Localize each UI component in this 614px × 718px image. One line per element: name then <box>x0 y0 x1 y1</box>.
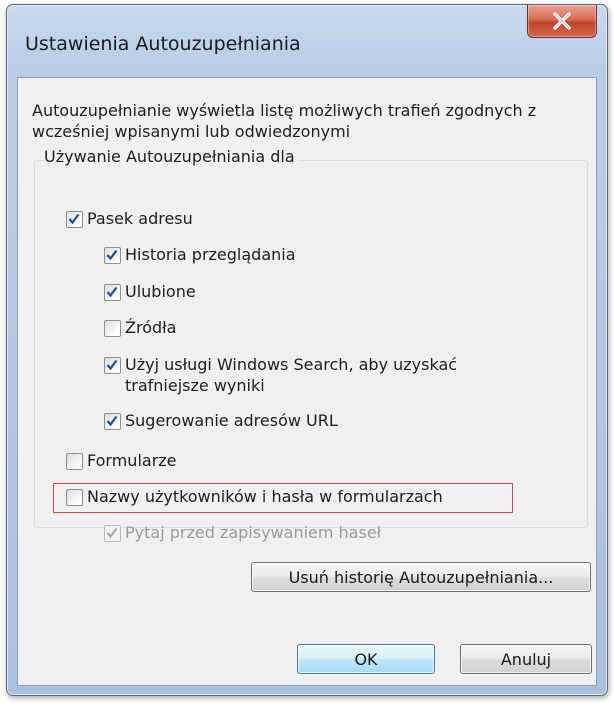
address-bar-checkbox[interactable] <box>66 211 83 228</box>
feeds-checkbox[interactable] <box>104 320 121 337</box>
windows-search-label: Użyj usługi Windows Search, aby uzyskać … <box>125 354 457 396</box>
usernames-passwords-checkbox[interactable] <box>66 489 83 506</box>
checkmark-icon <box>68 213 80 225</box>
forms-label: Formularze <box>87 451 177 470</box>
suggest-urls-option[interactable]: Sugerowanie adresów URL <box>104 410 338 431</box>
favorites-label: Ulubione <box>125 282 196 301</box>
ask-before-saving-checkbox <box>104 525 121 542</box>
favorites-option[interactable]: Ulubione <box>104 281 196 302</box>
address-bar-option[interactable]: Pasek adresu <box>66 208 193 229</box>
windows-search-label-line1: Użyj usługi Windows Search, aby uzyskać <box>125 355 458 374</box>
dialog-body: Autouzupełnianie wyświetla listę możliwy… <box>17 77 597 686</box>
browsing-history-checkbox[interactable] <box>104 247 121 264</box>
close-icon <box>553 12 571 30</box>
ask-before-saving-option: Pytaj przed zapisywaniem haseł <box>104 522 381 543</box>
suggest-urls-label: Sugerowanie adresów URL <box>125 411 338 430</box>
dialog-title: Ustawienia Autouzupełniania <box>25 33 301 55</box>
group-label: Używanie Autouzupełniania dla <box>44 147 298 166</box>
checkmark-icon <box>106 286 118 298</box>
cancel-button[interactable]: Anuluj <box>460 644 592 674</box>
forms-option[interactable]: Formularze <box>66 450 177 471</box>
favorites-checkbox[interactable] <box>104 284 121 301</box>
checkmark-icon <box>106 249 118 261</box>
forms-checkbox[interactable] <box>66 453 83 470</box>
browsing-history-option[interactable]: Historia przeglądania <box>104 244 296 265</box>
windows-search-checkbox[interactable] <box>104 357 121 374</box>
windows-search-option[interactable]: Użyj usługi Windows Search, aby uzyskać … <box>104 354 457 396</box>
browsing-history-label: Historia przeglądania <box>125 245 296 264</box>
address-bar-label: Pasek adresu <box>87 209 193 228</box>
ask-before-saving-label: Pytaj przed zapisywaniem haseł <box>125 523 382 542</box>
checkmark-icon <box>106 415 118 427</box>
ok-button[interactable]: OK <box>297 644 435 674</box>
description-text: Autouzupełnianie wyświetla listę możliwy… <box>32 101 537 141</box>
windows-search-label-line2: trafniejsze wyniki <box>125 376 265 395</box>
close-button[interactable] <box>527 5 597 38</box>
title-bar[interactable]: Ustawienia Autouzupełniania <box>7 5 607 79</box>
autocomplete-settings-dialog: Ustawienia Autouzupełniania Autouzupełni… <box>6 4 608 696</box>
delete-autocomplete-history-button[interactable]: Usuń historię Autouzupełniania... <box>251 562 591 592</box>
usernames-passwords-label: Nazwy użytkowników i hasła w formularzac… <box>87 487 443 506</box>
feeds-label: Źródła <box>125 318 177 337</box>
checkmark-icon <box>106 359 118 371</box>
suggest-urls-checkbox[interactable] <box>104 413 121 430</box>
checkmark-icon <box>106 527 118 539</box>
feeds-option[interactable]: Źródła <box>104 317 176 338</box>
usernames-passwords-option[interactable]: Nazwy użytkowników i hasła w formularzac… <box>66 486 443 507</box>
